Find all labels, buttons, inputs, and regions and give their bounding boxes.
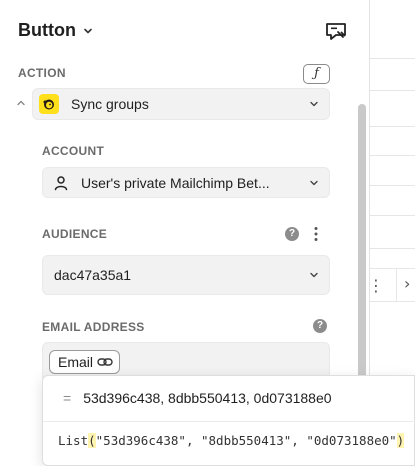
component-type-selector[interactable]: Button xyxy=(18,20,94,41)
help-icon[interactable]: ? xyxy=(313,319,327,333)
action-section-label: ACTION xyxy=(18,66,66,80)
link-icon xyxy=(97,358,113,366)
action-select-value: Sync groups xyxy=(71,96,149,112)
account-select-value: User's private Mailchimp Bet... xyxy=(81,174,270,191)
chevron-down-icon xyxy=(84,28,92,33)
audience-section-label: AUDIENCE xyxy=(42,227,108,241)
email-variable-tag[interactable]: Email xyxy=(49,350,121,374)
action-select[interactable]: Sync groups xyxy=(32,88,330,120)
canvas-grid-line xyxy=(370,58,415,59)
equals-sign: = xyxy=(63,390,72,406)
account-select[interactable]: User's private Mailchimp Bet... xyxy=(42,167,330,198)
canvas-grid-line xyxy=(370,126,415,127)
audience-select[interactable]: dac47a35a1 xyxy=(42,255,330,295)
chevron-right-icon[interactable]: › xyxy=(404,274,410,293)
panel-title: Button xyxy=(18,20,76,40)
formula-toggle-button[interactable]: ƒ xyxy=(303,64,330,84)
canvas-grid-line xyxy=(370,155,415,156)
chevron-up-icon[interactable] xyxy=(16,98,26,108)
mailchimp-logo-icon xyxy=(39,94,59,114)
email-tag-label: Email xyxy=(58,354,94,370)
value-preview-popup: = 53d396c438, 8dbb550413, 0d073188e0 Lis… xyxy=(42,375,415,466)
code-close-paren: ) xyxy=(396,433,405,448)
code-open-paren: ( xyxy=(88,433,96,448)
evaluated-result-value: 53d396c438, 8dbb550413, 0d073188e0 xyxy=(83,390,332,406)
chevron-down-icon xyxy=(310,272,318,278)
chevron-down-icon xyxy=(310,101,318,107)
account-section-label: ACCOUNT xyxy=(42,144,105,158)
code-arguments: "53d396c438", "8dbb550413", "0d073188e0" xyxy=(95,433,397,448)
email-section-label: EMAIL ADDRESS xyxy=(42,320,145,334)
evaluated-result: = 53d396c438, 8dbb550413, 0d073188e0 xyxy=(63,390,332,406)
toolbar-separator xyxy=(396,268,397,302)
chevron-down-icon xyxy=(310,180,318,185)
code-function-name: List xyxy=(58,433,89,448)
canvas-grid-line xyxy=(370,215,415,216)
expression-code: List("53d396c438", "8dbb550413", "0d0731… xyxy=(58,433,405,448)
help-icon[interactable]: ? xyxy=(285,227,299,241)
popup-divider xyxy=(43,421,415,422)
more-options-icon[interactable]: ⋮ xyxy=(368,276,384,295)
comment-edit-icon[interactable] xyxy=(324,20,348,42)
canvas-grid-line xyxy=(370,185,415,186)
canvas-grid-line xyxy=(370,248,415,249)
canvas-grid-line xyxy=(370,90,415,91)
kebab-icon[interactable] xyxy=(314,226,318,242)
user-icon xyxy=(54,175,68,190)
audience-select-value: dac47a35a1 xyxy=(54,267,132,283)
